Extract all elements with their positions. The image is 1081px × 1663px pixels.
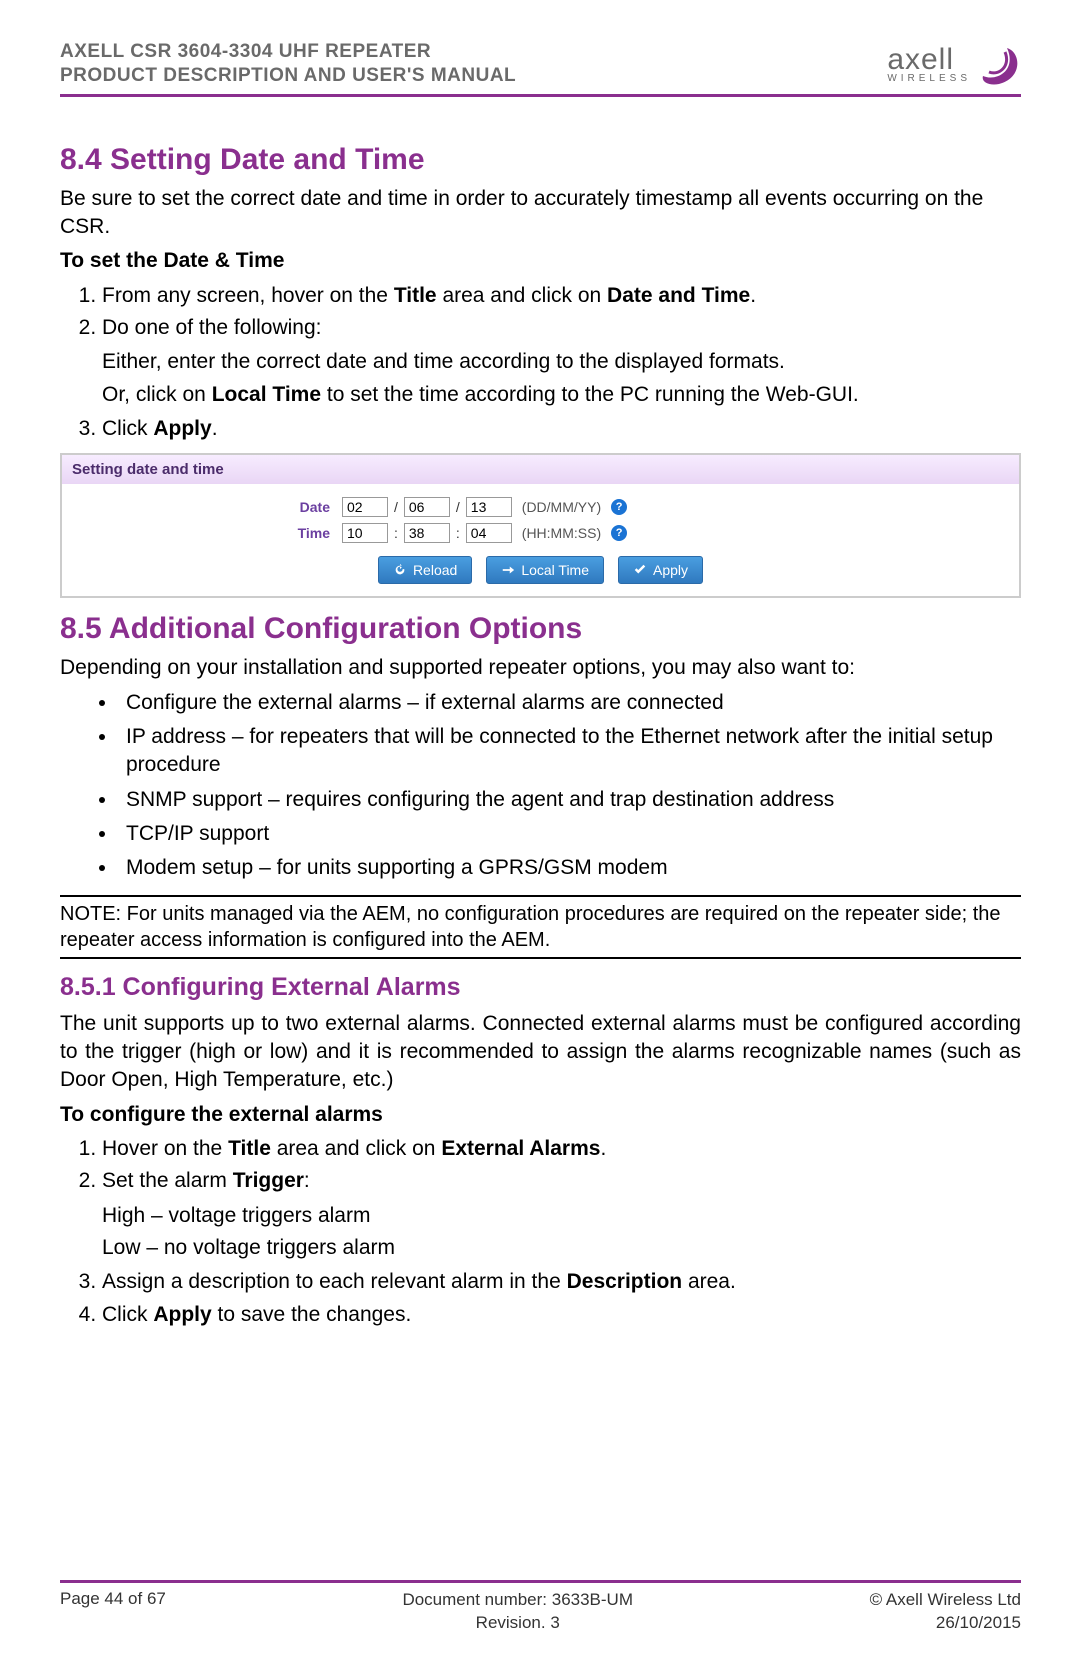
step-8-4-2-sub1: Either, enter the correct date and time …: [102, 348, 1021, 376]
logo-swirl-icon: [977, 42, 1021, 86]
time-format: (HH:MM:SS): [522, 525, 601, 541]
header-title: AXELL CSR 3604-3304 UHF REPEATER PRODUCT…: [60, 40, 516, 88]
heading-8-5: 8.5 Additional Configuration Options: [60, 612, 1021, 646]
steps-8-5-1-cont: Assign a description to each relevant al…: [60, 1268, 1021, 1329]
time-row: Time : : (HH:MM:SS) ?: [62, 520, 1019, 546]
arrow-right-icon: [501, 563, 515, 577]
date-format: (DD/MM/YY): [522, 499, 601, 515]
page-footer: Page 44 of 67 Document number: 3633B-UM …: [60, 1580, 1021, 1635]
bullet-item: IP address – for repeaters that will be …: [118, 723, 1021, 780]
intro-8-4: Be sure to set the correct date and time…: [60, 185, 1021, 242]
reload-button[interactable]: Reload: [378, 556, 472, 584]
step-8-4-2: Do one of the following:: [102, 314, 1021, 342]
step-8-5-1-3: Assign a description to each relevant al…: [102, 1268, 1021, 1296]
time-ss-input[interactable]: [466, 523, 512, 543]
page-header: AXELL CSR 3604-3304 UHF REPEATER PRODUCT…: [60, 40, 1021, 97]
step-8-4-1: From any screen, hover on the Title area…: [102, 282, 1021, 310]
steps-8-5-1: Hover on the Title area and click on Ext…: [60, 1135, 1021, 1196]
help-icon[interactable]: ?: [611, 525, 627, 541]
step-8-5-1-4: Click Apply to save the changes.: [102, 1301, 1021, 1329]
bullets-8-5: Configure the external alarms – if exter…: [60, 689, 1021, 883]
steps-8-4: From any screen, hover on the Title area…: [60, 282, 1021, 343]
heading-8-5-1: 8.5.1 Configuring External Alarms: [60, 973, 1021, 1002]
heading-8-4: 8.4 Setting Date and Time: [60, 143, 1021, 177]
subhead-8-4: To set the Date & Time: [60, 247, 1021, 275]
footer-center: Document number: 3633B-UM Revision. 3: [402, 1589, 633, 1635]
step-8-4-3: Click Apply.: [102, 415, 1021, 443]
time-mm-input[interactable]: [404, 523, 450, 543]
step-8-5-1-1: Hover on the Title area and click on Ext…: [102, 1135, 1021, 1163]
footer-right: © Axell Wireless Ltd 26/10/2015: [870, 1589, 1021, 1635]
header-line-2: PRODUCT DESCRIPTION AND USER'S MANUAL: [60, 65, 516, 86]
bullet-item: TCP/IP support: [118, 820, 1021, 848]
datetime-screenshot: Setting date and time Date / / (DD/MM/YY…: [60, 453, 1021, 598]
note-box: NOTE: For units managed via the AEM, no …: [60, 895, 1021, 959]
date-label: Date: [282, 499, 330, 515]
intro-8-5: Depending on your installation and suppo…: [60, 654, 1021, 682]
date-yy-input[interactable]: [466, 497, 512, 517]
header-line-1: AXELL CSR 3604-3304 UHF REPEATER: [60, 41, 431, 62]
brand-word: axell: [887, 43, 971, 77]
date-row: Date / / (DD/MM/YY) ?: [62, 494, 1019, 520]
brand-sub: WIRELESS: [887, 73, 971, 84]
date-dd-input[interactable]: [342, 497, 388, 517]
time-hh-input[interactable]: [342, 523, 388, 543]
steps-8-4-cont: Click Apply.: [60, 415, 1021, 443]
brand-logo: axell WIRELESS: [887, 42, 1021, 86]
panel-title: Setting date and time: [62, 455, 1019, 484]
bullet-item: SNMP support – requires configuring the …: [118, 786, 1021, 814]
step-8-5-1-2-sub2: Low – no voltage triggers alarm: [102, 1234, 1021, 1262]
date-mm-input[interactable]: [404, 497, 450, 517]
check-icon: [633, 563, 647, 577]
bullet-item: Configure the external alarms – if exter…: [118, 689, 1021, 717]
time-label: Time: [282, 525, 330, 541]
intro-8-5-1: The unit supports up to two external ala…: [60, 1010, 1021, 1095]
reload-icon: [393, 563, 407, 577]
footer-left: Page 44 of 67: [60, 1589, 166, 1635]
step-8-4-2-sub2: Or, click on Local Time to set the time …: [102, 381, 1021, 409]
local-time-button[interactable]: Local Time: [486, 556, 604, 584]
step-8-5-1-2-sub1: High – voltage triggers alarm: [102, 1202, 1021, 1230]
step-8-5-1-2: Set the alarm Trigger:: [102, 1167, 1021, 1195]
note-text: NOTE: For units managed via the AEM, no …: [60, 901, 1021, 953]
help-icon[interactable]: ?: [611, 499, 627, 515]
apply-button[interactable]: Apply: [618, 556, 703, 584]
subhead-8-5-1: To configure the external alarms: [60, 1101, 1021, 1129]
bullet-item: Modem setup – for units supporting a GPR…: [118, 854, 1021, 882]
